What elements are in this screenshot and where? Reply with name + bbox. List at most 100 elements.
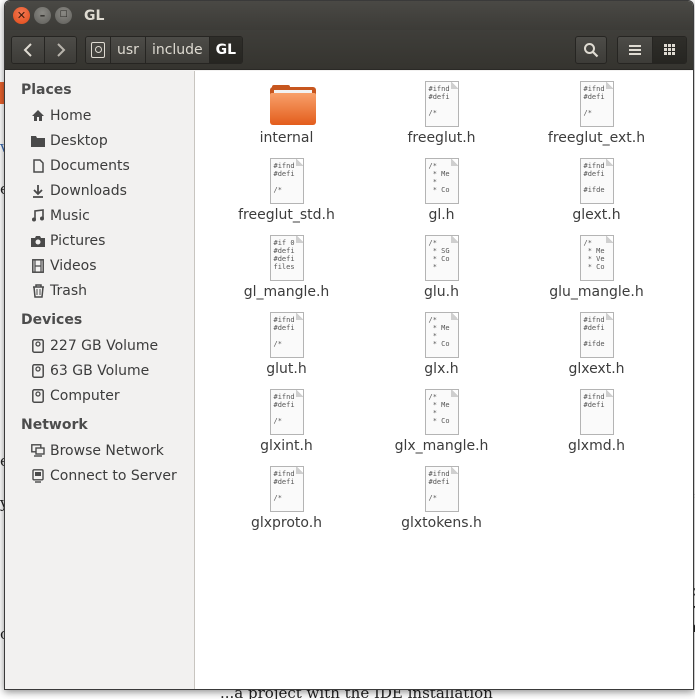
file-item[interactable]: /* * Me * * Co glx_mangle.h <box>364 385 519 462</box>
file-preview: #ifnd #defi /* <box>269 466 304 512</box>
file-preview: #ifnd #defi #ifde <box>579 158 614 204</box>
folder-icon <box>269 81 316 127</box>
sidebar-item-volume-63gb[interactable]: 63 GB Volume <box>5 358 194 383</box>
download-icon <box>31 184 45 198</box>
file-preview: #if 0 #defi #defi files <box>269 235 304 281</box>
breadcrumb-include[interactable]: include <box>144 36 209 63</box>
breadcrumb: usr include GL <box>85 35 244 64</box>
sidebar: Places Home Desktop Documents Downloads … <box>5 71 195 689</box>
file-grid: internal #ifnd #defi /* freeglut.h #ifnd #d… <box>209 77 674 539</box>
maximize-window-button[interactable]: ☐ <box>55 7 72 24</box>
sidebar-item-label: Pictures <box>50 232 106 249</box>
file-name: glext.h <box>572 207 621 223</box>
sidebar-item-browse-network[interactable]: Browse Network <box>5 438 194 463</box>
folder-icon <box>31 134 45 148</box>
text-file-icon: #ifnd #defi /* <box>269 312 304 358</box>
sidebar-item-documents[interactable]: Documents <box>5 153 194 178</box>
sidebar-item-downloads[interactable]: Downloads <box>5 178 194 203</box>
file-preview: #ifnd #defi /* <box>269 158 304 204</box>
close-window-button[interactable]: ✕ <box>13 7 30 24</box>
list-view-button[interactable] <box>618 36 652 63</box>
text-file-icon: /* * SG * Co * <box>424 235 459 281</box>
file-name: gl_mangle.h <box>243 284 330 300</box>
file-item[interactable]: #ifnd #defi /* glxproto.h <box>209 462 364 539</box>
sidebar-item-videos[interactable]: Videos <box>5 253 194 278</box>
text-file-icon: #ifnd #defi /* <box>269 389 304 435</box>
text-file-icon: #ifnd #defi /* <box>424 466 459 512</box>
file-item[interactable]: /* * SG * Co * glu.h <box>364 231 519 308</box>
file-item[interactable]: #ifnd #defi /* freeglut_ext.h <box>519 77 674 154</box>
file-name: glx.h <box>424 361 459 377</box>
file-item[interactable]: #ifnd #defi glxmd.h <box>519 385 674 462</box>
sidebar-item-label: 227 GB Volume <box>50 337 159 354</box>
file-item[interactable]: #ifnd #defi #ifde glext.h <box>519 154 674 231</box>
file-name: internal <box>259 130 314 146</box>
sidebar-item-label: Computer <box>50 387 120 404</box>
sidebar-item-trash[interactable]: Trash <box>5 278 194 303</box>
text-file-icon: #ifnd #defi /* <box>269 466 304 512</box>
file-preview: #ifnd #defi #ifde <box>579 312 614 358</box>
file-preview: #ifnd #defi /* <box>424 466 459 512</box>
file-name: glx_mangle.h <box>394 438 489 454</box>
sidebar-item-label: Home <box>50 107 92 124</box>
list-icon <box>629 44 641 55</box>
file-item[interactable]: #ifnd #defi /* glut.h <box>209 308 364 385</box>
breadcrumb-root-drive[interactable] <box>86 36 110 63</box>
sidebar-section-places: Places <box>21 82 72 98</box>
file-view[interactable]: internal #ifnd #defi /* freeglut.h #ifnd #d… <box>195 71 693 689</box>
sidebar-item-computer[interactable]: Computer <box>5 383 194 408</box>
file-name: glxtokens.h <box>401 515 482 531</box>
sidebar-item-connect-to-server[interactable]: Connect to Server <box>5 463 194 488</box>
search-button[interactable] <box>575 35 607 64</box>
sidebar-item-pictures[interactable]: Pictures <box>5 228 194 253</box>
maximize-icon: ☐ <box>59 10 68 20</box>
breadcrumb-gl[interactable]: GL <box>208 36 243 63</box>
drive-icon <box>31 363 45 378</box>
file-item[interactable]: #ifnd #defi #ifde glxext.h <box>519 308 674 385</box>
sidebar-item-label: Desktop <box>50 132 108 149</box>
file-item[interactable]: #ifnd #defi /* glxint.h <box>209 385 364 462</box>
sidebar-item-volume-227gb[interactable]: 227 GB Volume <box>5 333 194 358</box>
file-item[interactable]: /* * Me * * Co glx.h <box>364 308 519 385</box>
text-file-icon: #ifnd #defi /* <box>269 158 304 204</box>
grid-view-button[interactable] <box>652 36 686 63</box>
file-item[interactable]: /* * Me * * Co gl.h <box>364 154 519 231</box>
file-preview: /* * Me * * Co <box>424 312 459 358</box>
text-file-icon: #ifnd #defi <box>579 389 614 435</box>
title-bar: ✕ – ☐ GL <box>5 1 693 30</box>
drive-icon <box>31 388 45 403</box>
text-file-icon: /* * Me * * Co <box>424 158 459 204</box>
file-item[interactable]: /* * Me * Ve * Co glu_mangle.h <box>519 231 674 308</box>
sidebar-section-devices: Devices <box>21 312 83 328</box>
file-name: glut.h <box>266 361 307 377</box>
sidebar-item-label: Browse Network <box>50 442 164 459</box>
text-file-icon: #ifnd #defi /* <box>579 81 614 127</box>
file-item[interactable]: internal <box>209 77 364 154</box>
sidebar-item-home[interactable]: Home <box>5 103 194 128</box>
grid-icon <box>664 44 675 55</box>
minimize-window-button[interactable]: – <box>34 7 51 24</box>
file-preview: #ifnd #defi /* <box>269 389 304 435</box>
back-button[interactable] <box>12 36 44 63</box>
file-item[interactable]: #ifnd #defi /* freeglut_std.h <box>209 154 364 231</box>
sidebar-item-desktop[interactable]: Desktop <box>5 128 194 153</box>
camera-icon <box>31 234 45 248</box>
file-preview: #ifnd #defi /* <box>579 81 614 127</box>
breadcrumb-usr[interactable]: usr <box>110 36 145 63</box>
sidebar-item-label: Downloads <box>50 182 127 199</box>
file-name: glxmd.h <box>568 438 625 454</box>
file-preview: #ifnd #defi <box>579 389 614 435</box>
sidebar-item-label: Music <box>50 207 90 224</box>
file-item[interactable]: #ifnd #defi /* freeglut.h <box>364 77 519 154</box>
drive-icon <box>91 41 105 58</box>
file-name: gl.h <box>428 207 455 223</box>
window-title: GL <box>84 7 105 24</box>
file-preview: /* * Me * * Co <box>424 389 459 435</box>
file-item[interactable]: #if 0 #defi #defi files gl_mangle.h <box>209 231 364 308</box>
file-item[interactable]: #ifnd #defi /* glxtokens.h <box>364 462 519 539</box>
toolbar: usr include GL <box>5 30 693 70</box>
sidebar-item-music[interactable]: Music <box>5 203 194 228</box>
trash-icon <box>31 283 45 298</box>
forward-button[interactable] <box>44 36 76 63</box>
sidebar-item-label: 63 GB Volume <box>50 362 150 379</box>
